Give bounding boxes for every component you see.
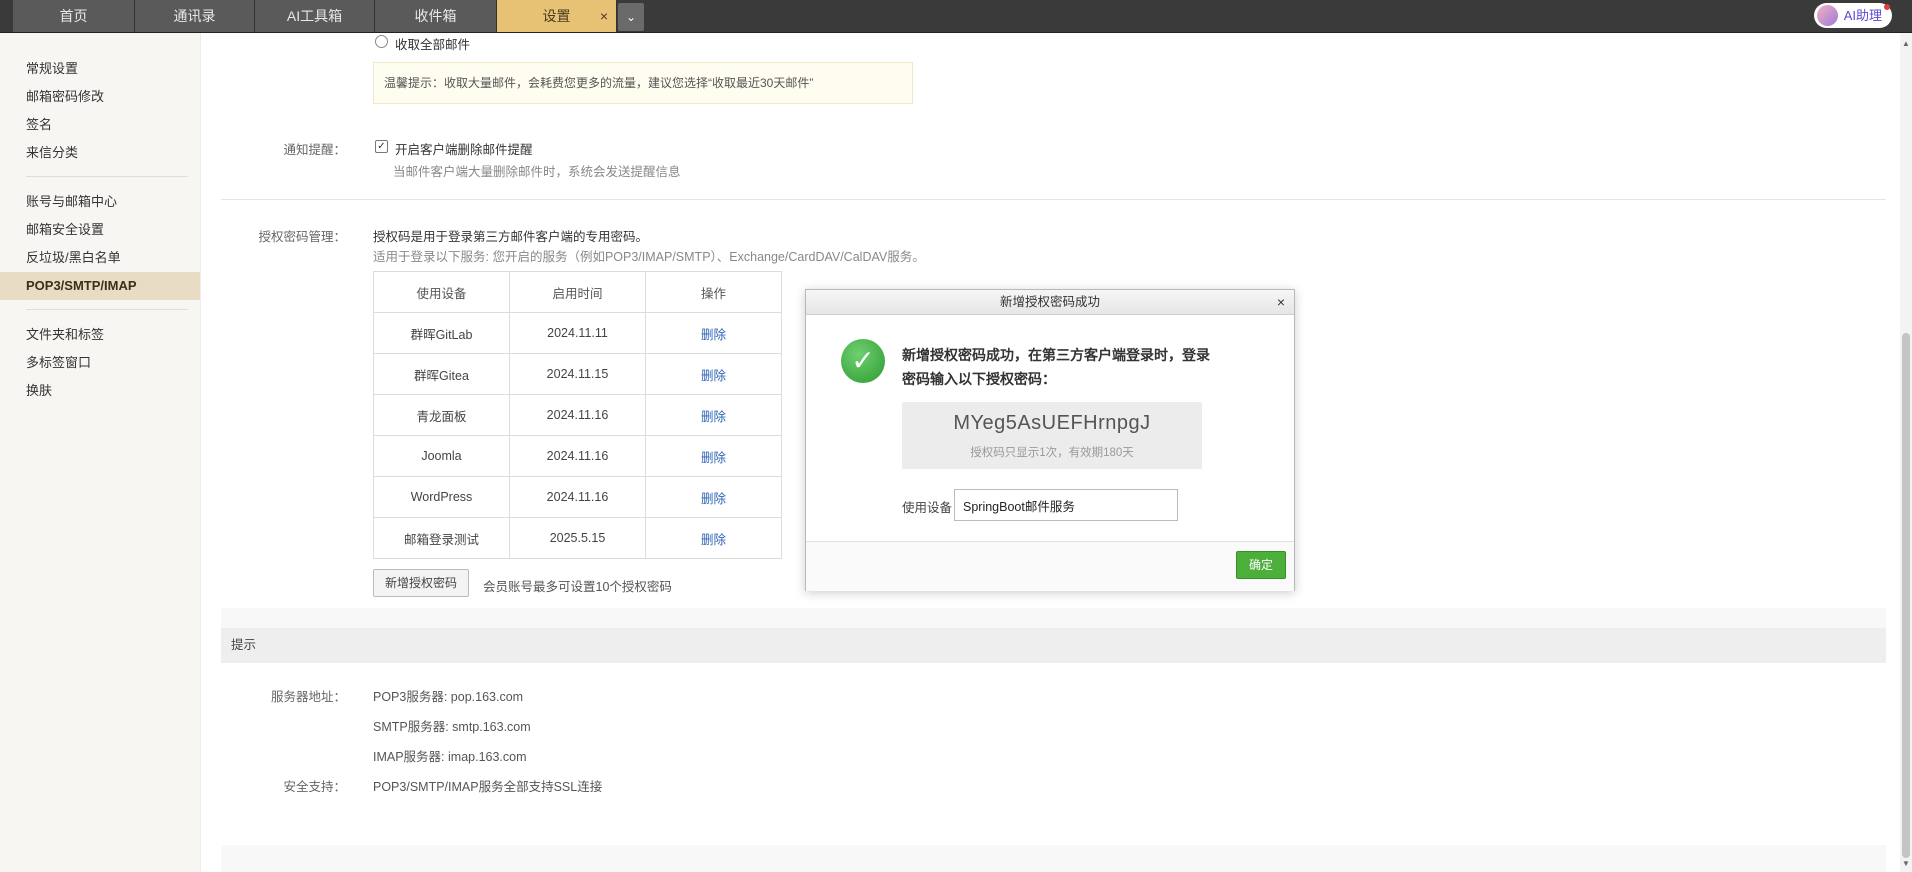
sidebar-item-folders[interactable]: 文件夹和标签 (0, 321, 200, 349)
delete-link[interactable]: 删除 (645, 435, 782, 477)
delete-link[interactable]: 删除 (645, 312, 782, 354)
check-circle-icon: ✓ (841, 339, 885, 383)
top-tab-bar: 首页 通讯录 AI工具箱 收件箱 设置 × ⌄ AI助理 (0, 0, 1912, 33)
auth-code: MYeg5AsUEFHrnpgJ (953, 412, 1151, 434)
notify-desc: 当邮件客户端大量删除邮件时，系统会发送提醒信息 (393, 165, 681, 179)
cell-date: 2024.11.16 (509, 394, 646, 436)
sidebar-item-pop3[interactable]: POP3/SMTP/IMAP (0, 272, 200, 300)
cell-device: 青龙面板 (373, 394, 510, 436)
sidebar-item-security[interactable]: 邮箱安全设置 (0, 216, 200, 244)
table-row: Joomla 2024.11.16 删除 (373, 435, 782, 477)
tab-label: 设置 (542, 8, 571, 24)
cell-device: 群晖Gitea (373, 353, 510, 395)
column-header-action: 操作 (645, 271, 782, 313)
table-row: 群晖Gitea 2024.11.15 删除 (373, 353, 782, 395)
confirm-button[interactable]: 确定 (1236, 551, 1286, 579)
sidebar-item-signature[interactable]: 签名 (0, 111, 200, 139)
cell-date: 2024.11.16 (509, 435, 646, 477)
dialog-header: 新增授权密码成功 × (806, 290, 1294, 315)
imap-server: IMAP服务器: imap.163.com (373, 750, 527, 764)
delete-link[interactable]: 删除 (645, 394, 782, 436)
scroll-thumb[interactable] (1902, 333, 1910, 858)
receive-tip: 温馨提示：收取大量邮件，会耗费您更多的流量，建议您选择“收取最近30天邮件” (373, 62, 913, 104)
sidebar-divider (26, 176, 188, 177)
scroll-down-icon[interactable]: ▼ (1902, 859, 1910, 868)
delete-link[interactable]: 删除 (645, 476, 782, 518)
security-support: POP3/SMTP/IMAP服务全部支持SSL连接 (373, 780, 603, 794)
smtp-server: SMTP服务器: smtp.163.com (373, 720, 531, 734)
table-row: WordPress 2024.11.16 删除 (373, 476, 782, 518)
dialog-footer: 确定 (806, 541, 1294, 591)
server-address-label: 服务器地址： (270, 690, 346, 704)
tab-ai-toolbox[interactable]: AI工具箱 (255, 0, 375, 32)
tab-inbox[interactable]: 收件箱 (375, 0, 497, 32)
cell-date: 2024.11.11 (509, 312, 646, 354)
delete-link[interactable]: 删除 (645, 517, 782, 559)
cell-device: 群晖GitLab (373, 312, 510, 354)
auth-label: 授权密码管理： (258, 230, 346, 244)
column-header-device: 使用设备 (373, 271, 510, 313)
scroll-up-icon[interactable]: ▲ (1902, 39, 1910, 48)
column-header-date: 启用时间 (509, 271, 646, 313)
sidebar-item-password[interactable]: 邮箱密码修改 (0, 83, 200, 111)
receive-all-radio[interactable] (375, 35, 388, 48)
settings-sidebar: 常规设置 邮箱密码修改 签名 来信分类 账号与邮箱中心 邮箱安全设置 反垃圾/黑… (0, 33, 201, 872)
cell-date: 2025.5.15 (509, 517, 646, 559)
add-auth-code-button[interactable]: 新增授权密码 (373, 569, 469, 597)
auth-success-dialog: 新增授权密码成功 × ✓ 新增授权密码成功，在第三方客户端登录时，登录密码输入以… (805, 289, 1295, 591)
ai-avatar-icon (1816, 5, 1838, 26)
sidebar-item-spam[interactable]: 反垃圾/黑白名单 (0, 244, 200, 272)
tab-close-icon[interactable]: × (600, 0, 608, 32)
hints-header: 提示 (221, 628, 1886, 663)
section-divider (221, 199, 1886, 200)
cell-device: 邮箱登录测试 (373, 517, 510, 559)
auth-desc-1: 授权码是用于登录第三方邮件客户端的专用密码。 (373, 230, 649, 244)
auth-desc-2: 适用于登录以下服务: 您开启的服务（例如POP3/IMAP/SMTP）、Exch… (373, 250, 925, 264)
dialog-title: 新增授权密码成功 (999, 295, 1100, 309)
tab-home[interactable]: 首页 (13, 0, 135, 32)
device-label: 使用设备 (902, 501, 953, 515)
sidebar-item-multi-tab[interactable]: 多标签窗口 (0, 349, 200, 377)
cell-date: 2024.11.16 (509, 476, 646, 518)
page-scrollbar[interactable]: ▲ ▼ (1900, 33, 1912, 872)
sidebar-divider (26, 309, 188, 310)
ai-assistant-button[interactable]: AI助理 (1813, 3, 1892, 28)
auth-code-note: 授权码只显示1次，有效期180天 (970, 447, 1134, 459)
sidebar-item-mail-filter[interactable]: 来信分类 (0, 139, 200, 167)
cell-date: 2024.11.15 (509, 353, 646, 395)
table-row: 群晖GitLab 2024.11.11 删除 (373, 312, 782, 354)
notify-label: 通知提醒： (283, 143, 346, 157)
ai-assistant-label: AI助理 (1843, 8, 1882, 23)
sidebar-item-account-center[interactable]: 账号与邮箱中心 (0, 188, 200, 216)
tab-label: 收件箱 (414, 8, 457, 24)
tab-label: 首页 (59, 8, 88, 24)
receive-all-label: 收取全部邮件 (395, 38, 471, 52)
delete-link[interactable]: 删除 (645, 353, 782, 395)
tab-label: AI工具箱 (286, 8, 343, 24)
notify-checkbox-label: 开启客户端删除邮件提醒 (395, 143, 533, 157)
pop3-server: POP3服务器: pop.163.com (373, 690, 524, 704)
tab-contacts[interactable]: 通讯录 (135, 0, 255, 32)
hints-title: 提示 (231, 638, 257, 652)
security-support-label: 安全支持： (283, 780, 346, 794)
auth-code-box: MYeg5AsUEFHrnpgJ 授权码只显示1次，有效期180天 (902, 402, 1202, 469)
device-name-input[interactable] (954, 489, 1178, 521)
cell-device: WordPress (373, 476, 510, 518)
notification-dot (1884, 4, 1890, 10)
close-icon[interactable]: × (1277, 290, 1285, 314)
cell-device: Joomla (373, 435, 510, 477)
auth-limit-note: 会员账号最多可设置10个授权密码 (483, 580, 672, 594)
dialog-message: 新增授权密码成功，在第三方客户端登录时，登录密码输入以下授权密码： (902, 347, 1210, 387)
table-row: 邮箱登录测试 2025.5.15 删除 (373, 517, 782, 559)
sidebar-item-skin[interactable]: 换肤 (0, 377, 200, 405)
auth-code-table: 使用设备 启用时间 操作 群晖GitLab 2024.11.11 删除 群晖Gi… (373, 271, 782, 559)
sidebar-item-general[interactable]: 常规设置 (0, 55, 200, 83)
tab-label: 通讯录 (173, 8, 216, 24)
tab-settings[interactable]: 设置 × (497, 0, 617, 32)
table-row: 青龙面板 2024.11.16 删除 (373, 394, 782, 436)
notify-checkbox[interactable]: ✓ (375, 140, 388, 153)
chevron-down-icon[interactable]: ⌄ (618, 3, 644, 31)
table-header-row: 使用设备 启用时间 操作 (373, 271, 782, 313)
